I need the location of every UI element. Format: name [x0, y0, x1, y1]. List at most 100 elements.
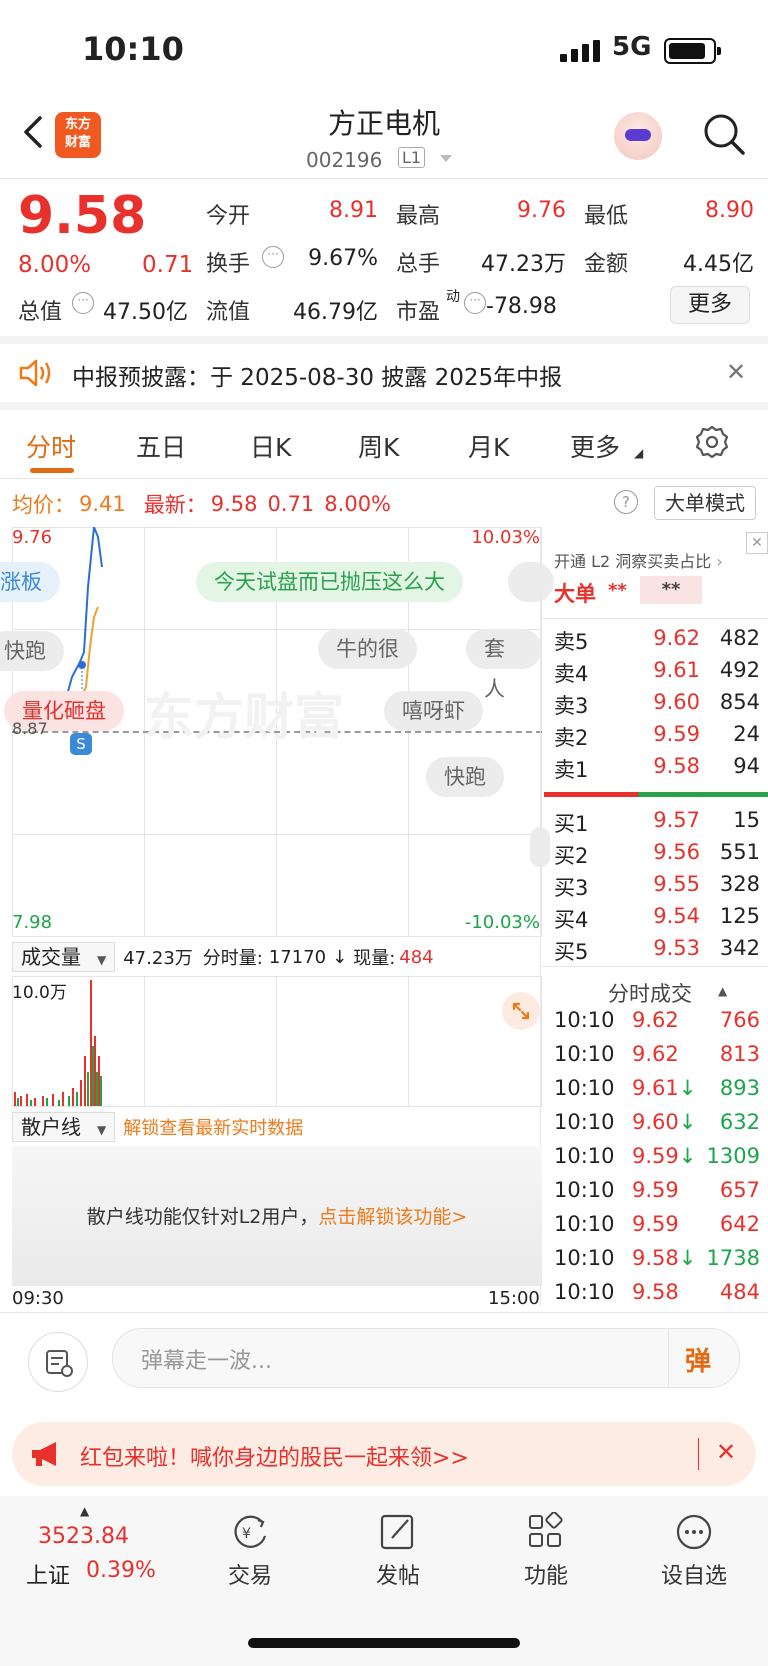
low-value: 8.90 — [705, 198, 754, 223]
axis-end-time: 15:00 — [488, 1288, 540, 1309]
minute-vol-value: 17170 — [268, 946, 327, 968]
danmu-bubble[interactable]: 快跑 — [426, 757, 504, 797]
danmu-settings-icon[interactable] — [28, 1332, 88, 1392]
nav-functions-label: 功能 — [523, 1564, 568, 1589]
help-icon[interactable]: ? — [614, 490, 638, 514]
retail-unlock-link[interactable]: 点击解锁该功能 — [318, 1206, 451, 1228]
latest-price: 9.58 — [210, 492, 258, 516]
caret-down-icon[interactable] — [440, 155, 452, 162]
tab-weekly-k[interactable]: 周K — [358, 428, 399, 464]
tick-volume: 813 — [719, 1042, 760, 1066]
close-icon[interactable]: ✕ — [726, 358, 746, 386]
tick-volume: 632 — [719, 1110, 760, 1134]
pe-label: 市盈 — [396, 300, 441, 325]
danmu-bubble[interactable]: 套人 — [466, 629, 542, 701]
volume-chart[interactable]: 10.0万 — [12, 976, 542, 1107]
index-pct[interactable]: 0.39% — [86, 1558, 156, 1583]
tab-daily-k[interactable]: 日K — [250, 428, 291, 464]
info-dots-icon[interactable]: ··· — [262, 246, 284, 268]
danmu-input[interactable]: 弹幕走一波... 弹 — [112, 1328, 740, 1388]
ask-row[interactable]: 卖5 9.62 482 — [544, 626, 760, 656]
bid-row[interactable]: 买1 9.57 15 — [544, 808, 760, 838]
robot-avatar-icon[interactable] — [614, 112, 662, 160]
red-packet-banner[interactable]: 红包来啦！喊你身边的股民一起来领>> ✕ — [12, 1422, 756, 1486]
minute-vol-label: 分时量: — [202, 948, 263, 969]
tab-monthly-k[interactable]: 月K — [468, 428, 509, 464]
tick-time: 10:10 — [554, 1178, 615, 1202]
tick-volume: 1738 — [706, 1246, 760, 1270]
bid-row[interactable]: 买5 9.53 342 — [544, 936, 760, 966]
tab-five-day[interactable]: 五日 — [136, 428, 186, 464]
bid-row[interactable]: 买4 9.54 125 — [544, 904, 760, 934]
index-name[interactable]: 上证 — [26, 1558, 70, 1590]
more-button[interactable]: 更多 — [670, 286, 750, 324]
ask-row[interactable]: 卖2 9.59 24 — [544, 722, 760, 752]
danmu-bubble[interactable]: 嘻呀虾 — [384, 691, 483, 731]
tab-more[interactable]: 更多 — [570, 428, 620, 464]
volume-selector-label: 成交量 — [21, 945, 81, 969]
tick-row: 10:10 9.60↓ 632 — [544, 1110, 760, 1140]
ticks-title[interactable]: 分时成交 — [608, 978, 692, 1008]
l2-upgrade-link[interactable]: 开通 L2 洞察买卖占比 › — [554, 548, 723, 572]
volume-selector[interactable]: 成交量 ▼ — [12, 942, 116, 972]
bid-row[interactable]: 买2 9.56 551 — [544, 840, 760, 870]
ask-row[interactable]: 卖3 9.60 854 — [544, 690, 760, 720]
ask-row[interactable]: 卖1 9.58 94 — [544, 754, 760, 784]
caret-up-icon: ▲ — [80, 1504, 90, 1518]
index-value[interactable]: 3523.84 — [38, 1524, 129, 1549]
tick-time: 10:10 — [554, 1280, 615, 1304]
gear-icon[interactable] — [694, 424, 730, 460]
search-icon[interactable] — [702, 112, 746, 156]
info-dots-icon[interactable]: ··· — [464, 292, 486, 314]
unlock-link[interactable]: 解锁查看最新实时数据 — [123, 1114, 303, 1140]
current-vol-label: 现量: — [353, 948, 396, 969]
nav-trade[interactable]: ¥ 交易 — [200, 1512, 300, 1590]
edit-icon — [380, 1514, 414, 1550]
volume-label: 总手 — [396, 252, 441, 277]
danmu-bubble[interactable]: 涨板 — [0, 562, 60, 602]
l2-upgrade-text: 开通 L2 洞察买卖占比 — [554, 552, 712, 571]
mktcap-value: 47.50亿 — [103, 300, 188, 325]
tick-volume: 766 — [719, 1008, 760, 1032]
more-caret-icon[interactable]: ◢ — [634, 446, 643, 460]
intraday-chart[interactable]: 东方财富 涨板 今天试盘而已抛压这么大 快跑 牛的很 套人 量化砸盘 嘻呀虾 快… — [0, 527, 554, 937]
tick-row: 10:10 9.62 766 — [544, 1008, 760, 1038]
danmu-send-button[interactable]: 弹 — [668, 1329, 739, 1387]
nav-functions[interactable]: 功能 — [496, 1512, 596, 1590]
change-percent: 8.00% — [18, 252, 92, 278]
danmu-bubble[interactable]: 今天试盘而已抛压这么大 — [196, 562, 463, 602]
nav-post-label: 发帖 — [375, 1564, 420, 1589]
amount-value: 4.45亿 — [683, 252, 754, 277]
speaker-icon — [19, 359, 51, 387]
tick-volume: 657 — [719, 1178, 760, 1202]
retail-selector[interactable]: 散户线 ▼ — [12, 1112, 116, 1142]
nav-post[interactable]: 发帖 — [348, 1512, 448, 1590]
bid-row[interactable]: 买3 9.55 328 — [544, 872, 760, 902]
danmu-bubble[interactable]: 牛的很 — [318, 629, 417, 669]
close-icon[interactable]: ✕ — [746, 532, 768, 554]
bottom-price-label: 7.98 — [12, 912, 53, 933]
danmu-bubble[interactable] — [508, 562, 554, 602]
change-amount: 0.71 — [142, 252, 194, 278]
notice-text[interactable]: 中报预披露：于 2025-08-30 披露 2025年中报 — [72, 358, 562, 392]
nav-watchlist[interactable]: 设自选 — [644, 1512, 744, 1590]
tick-list[interactable]: 10:10 9.62 766 10:10 9.62 813 10:10 9.61↓ 893 10:… — [544, 1008, 768, 1308]
ask-row[interactable]: 卖4 9.61 492 — [544, 658, 760, 688]
expand-icon[interactable] — [502, 992, 540, 1030]
svg-text:¥: ¥ — [242, 1526, 251, 1542]
info-dots-icon[interactable]: ··· — [72, 292, 94, 314]
danmu-bubble[interactable]: 快跑 — [0, 631, 64, 671]
big-order-mode-button[interactable]: 大单模式 — [654, 486, 756, 520]
float-label: 流值 — [206, 300, 251, 325]
stock-code[interactable]: 002196 — [306, 148, 382, 172]
pe-superscript: 动 — [446, 289, 460, 305]
level-badge: L1 — [398, 147, 426, 168]
retail-locked-panel[interactable]: 散户线功能仅针对L2用户，点击解锁该功能> — [12, 1146, 542, 1286]
tab-intraday[interactable]: 分时 — [26, 428, 76, 464]
signal-marker[interactable]: S — [70, 733, 92, 755]
caret-up-icon[interactable]: ▲ — [718, 984, 727, 998]
close-icon[interactable]: ✕ — [716, 1438, 736, 1466]
status-time: 10:10 — [82, 30, 184, 68]
retail-header: 散户线 ▼ 解锁查看最新实时数据 — [12, 1112, 303, 1142]
danmu-placeholder: 弹幕走一波... — [141, 1349, 272, 1374]
